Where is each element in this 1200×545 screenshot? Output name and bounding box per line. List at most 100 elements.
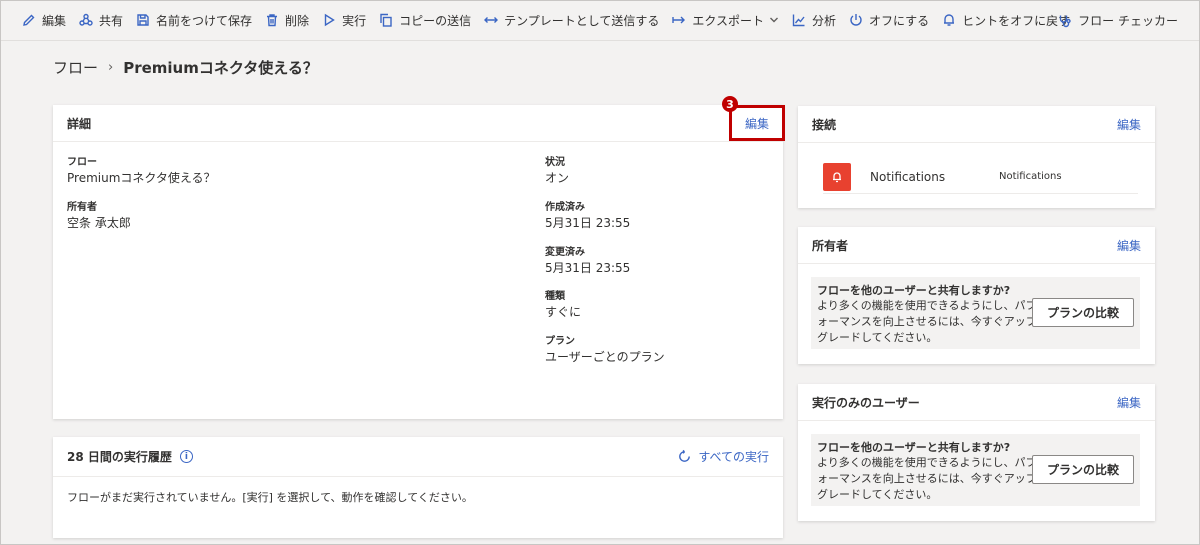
connections-header: 接続 編集	[798, 106, 1155, 143]
export-menu[interactable]: エクスポート	[672, 12, 779, 29]
chart-icon	[792, 14, 805, 27]
plan-label: プラン	[545, 336, 575, 347]
status-label: 状況	[545, 157, 565, 168]
send-copy-button[interactable]: コピーの送信	[379, 12, 471, 29]
owners-share-question: フローを他のユーザーと共有しますか?	[817, 284, 1011, 297]
details-card: 詳細 編集 フロー Premiumコネクタ使える？ 所有者 空条 承太郎 状況 …	[53, 105, 785, 419]
reset-hints-button[interactable]: ヒントをオフに戻す	[942, 12, 1070, 29]
connection-detail: Notifications	[999, 171, 1062, 182]
run-history-card: 28 日間の実行履歴 i すべての実行 フローがまだ実行されていません。[実行]…	[53, 437, 783, 538]
step-badge: 3	[722, 96, 738, 112]
flow-checker-button[interactable]: フロー チェッカー	[1058, 12, 1178, 29]
edit-button[interactable]: 編集	[22, 12, 66, 29]
pencil-icon	[23, 14, 35, 26]
save-as-button-label: 名前をつけて保存	[156, 13, 253, 28]
power-icon	[850, 14, 862, 26]
run-history-header: 28 日間の実行履歴 i すべての実行	[53, 437, 783, 477]
type-label: 種類	[545, 291, 565, 302]
share-button-label: 共有	[99, 13, 124, 28]
all-runs-label: すべての実行	[698, 450, 769, 464]
analytics-button-label: 分析	[812, 13, 837, 28]
flow-field: フロー Premiumコネクタ使える？	[67, 156, 216, 187]
breadcrumb-root[interactable]: フロー	[53, 57, 98, 78]
bell-icon	[833, 171, 841, 182]
refresh-icon	[679, 449, 691, 462]
breadcrumb-separator: ›	[108, 59, 114, 75]
owner-field: 所有者 空条 承太郎	[67, 201, 131, 232]
flow-value: Premiumコネクタ使える？	[67, 171, 216, 185]
export-icon	[672, 16, 686, 24]
owners-header: 所有者 編集	[798, 227, 1155, 264]
modified-field: 変更済み 5月31日 23:55	[545, 246, 630, 277]
connection-name: Notifications	[870, 169, 946, 184]
save-as-icon	[137, 14, 149, 26]
owners-card: 所有者 編集 フローを他のユーザーと共有しますか? より多くの機能を使用できるよ…	[798, 227, 1155, 364]
breadcrumb: フロー › Premiumコネクタ使える？	[53, 57, 318, 77]
arrows-horizontal-icon	[484, 17, 499, 23]
info-icon[interactable]: i	[179, 450, 193, 463]
created-value: 5月31日 23:55	[545, 216, 631, 230]
modified-value: 5月31日 23:55	[545, 261, 631, 275]
send-copy-button-label: コピーの送信	[399, 13, 472, 28]
owner-value: 空条 承太郎	[67, 216, 131, 230]
delete-button[interactable]: 削除	[265, 12, 309, 29]
run-only-share-description: より多くの機能を使用できるようにし、パフォーマンスを向上させるには、今すぐアップ…	[817, 456, 1037, 501]
owners-share-description: より多くの機能を使用できるようにし、パフォーマンスを向上させるには、今すぐアップ…	[817, 299, 1037, 344]
owners-title: 所有者	[812, 238, 849, 253]
run-history-empty-text: フローがまだ実行されていません。[実行] を選択して、動作を確認してください。	[67, 491, 473, 504]
connection-item[interactable]: Notifications Notifications	[823, 160, 1138, 194]
copy-icon	[380, 13, 392, 27]
flow-checker-label: フロー チェッカー	[1078, 14, 1178, 28]
reset-hints-button-label: ヒントをオフに戻す	[962, 13, 1071, 28]
page-title: Premiumコネクタ使える？	[123, 58, 318, 77]
run-only-compare-plans-button[interactable]: プランの比較	[1032, 455, 1134, 484]
send-as-template-button-label: テンプレートとして送信する	[504, 13, 660, 28]
run-only-users-card: 実行のみのユーザー 編集 フローを他のユーザーと共有しますか? より多くの機能を…	[798, 384, 1155, 521]
type-value: すぐに	[545, 305, 582, 319]
send-as-template-button[interactable]: テンプレートとして送信する	[484, 12, 659, 29]
analytics-button[interactable]: 分析	[792, 12, 836, 29]
run-button-label: 実行	[342, 13, 367, 28]
save-as-button[interactable]: 名前をつけて保存	[136, 12, 252, 29]
turn-off-button-label: オフにする	[869, 13, 930, 28]
turn-off-button[interactable]: オフにする	[849, 12, 929, 29]
connections-title: 接続	[812, 117, 837, 132]
plan-value: ユーザーごとのプラン	[545, 350, 665, 364]
export-menu-label: エクスポート	[692, 13, 765, 28]
run-button[interactable]: 実行	[322, 12, 366, 29]
all-runs-link[interactable]: すべての実行	[677, 448, 769, 465]
share-icon	[79, 13, 93, 26]
delete-button-label: 削除	[285, 13, 310, 28]
run-only-header: 実行のみのユーザー 編集	[798, 384, 1155, 421]
trash-icon	[267, 14, 278, 27]
edit-button-label: 編集	[42, 13, 67, 28]
created-field: 作成済み 5月31日 23:55	[545, 201, 630, 232]
plan-field: プラン ユーザーごとのプラン	[545, 335, 665, 366]
share-button[interactable]: 共有	[79, 12, 123, 29]
command-bar: 編集 共有 名前をつけて保存 削除 実行 コピーの送信 テンプレートとして送信す…	[0, 0, 1200, 41]
owner-label: 所有者	[67, 202, 97, 213]
chevron-down-icon	[770, 17, 779, 23]
status-field: 状況 オン	[545, 156, 569, 187]
created-label: 作成済み	[545, 202, 585, 213]
owners-share-prompt: フローを他のユーザーと共有しますか? より多くの機能を使用できるようにし、パフォ…	[811, 277, 1140, 349]
run-only-share-question: フローを他のユーザーと共有しますか?	[817, 441, 1011, 454]
details-edit-highlight: 編集	[729, 105, 785, 141]
play-icon	[324, 13, 335, 27]
details-header: 詳細 編集	[53, 105, 785, 142]
details-title: 詳細	[67, 116, 92, 131]
notification-connector-icon	[823, 162, 851, 191]
owners-edit-link[interactable]: 編集	[1117, 237, 1141, 254]
stethoscope-icon	[1059, 15, 1071, 27]
bell-icon	[944, 14, 955, 26]
type-field: 種類 すぐに	[545, 290, 581, 321]
owners-compare-plans-button[interactable]: プランの比較	[1032, 298, 1134, 327]
modified-label: 変更済み	[545, 247, 585, 258]
connections-edit-link[interactable]: 編集	[1117, 116, 1141, 133]
connections-card: 接続 編集 Notifications Notifications	[798, 106, 1155, 208]
details-edit-link[interactable]: 編集	[745, 115, 769, 132]
run-only-edit-link[interactable]: 編集	[1117, 394, 1141, 411]
status-value: オン	[545, 171, 570, 185]
run-only-share-prompt: フローを他のユーザーと共有しますか? より多くの機能を使用できるようにし、パフォ…	[811, 434, 1140, 506]
run-history-title: 28 日間の実行履歴	[67, 450, 172, 464]
